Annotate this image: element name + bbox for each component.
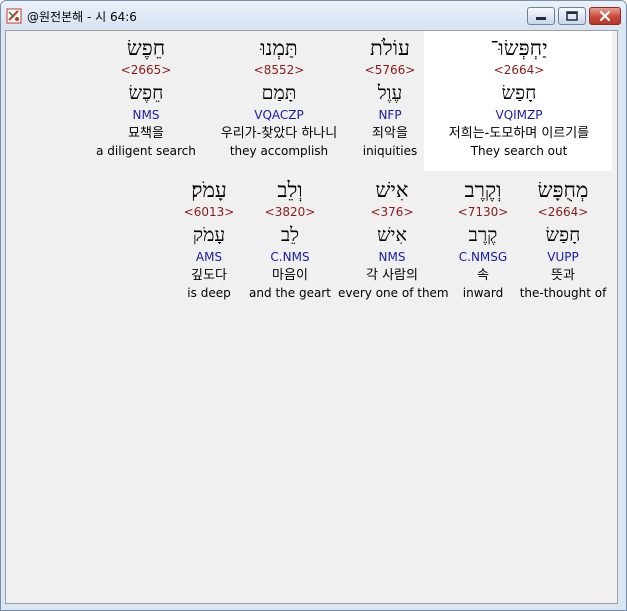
- hebrew-word: תַּמְנוּ: [260, 36, 298, 60]
- lemma-word: עֶוֶל: [377, 82, 403, 104]
- strong-number[interactable]: <2664>: [426, 62, 612, 79]
- strong-number[interactable]: <3820>: [244, 204, 336, 221]
- strong-number[interactable]: <6013>: [176, 204, 242, 221]
- strong-number[interactable]: <8552>: [204, 62, 354, 79]
- lemma-word: תָּמַם: [261, 82, 297, 104]
- lemma-word: חָפַשׂ: [501, 82, 537, 104]
- morph-code: C.NMS: [270, 250, 310, 264]
- morph-code: VUPP: [547, 250, 579, 264]
- korean-gloss: 속: [477, 268, 489, 283]
- interlinear-pane[interactable]: חֵפֶשׂ <2665> חֵפֶשׂ NMS 묘책을 a diligent …: [5, 30, 618, 604]
- minimize-button[interactable]: [527, 7, 555, 25]
- strong-number[interactable]: <7130>: [450, 204, 516, 221]
- english-gloss: the-thought of: [519, 286, 607, 300]
- hebrew-word: מְחֻפָּשׂ: [537, 178, 589, 202]
- lemma-word: חָפַשׂ: [545, 224, 581, 246]
- korean-gloss: 묘책을: [128, 126, 164, 141]
- strong-number[interactable]: <2664>: [518, 204, 608, 221]
- hebrew-word: עָמֹק׃: [191, 178, 227, 202]
- morph-code: C.NMSG: [458, 250, 508, 264]
- english-gloss: and the geart: [249, 286, 331, 300]
- minimize-icon: [536, 17, 546, 20]
- word-cell[interactable]: וְלֵב <3820> לֵב C.NMS 마음이 and the geart: [244, 176, 336, 301]
- word-cell[interactable]: תַּמְנוּ <8552> תָּמַם VQACZP 우리가-찾았다 하나…: [204, 34, 354, 159]
- strong-number[interactable]: <376>: [338, 204, 446, 221]
- close-icon: [599, 10, 611, 22]
- korean-gloss: 저희는-도모하며 이르기를: [448, 126, 590, 141]
- strong-number[interactable]: <5766>: [356, 62, 424, 79]
- word-cell[interactable]: עָמֹק׃ <6013> עָמֹק AMS 깊도다 is deep: [176, 176, 242, 301]
- korean-gloss: 우리가-찾았다 하나니: [220, 126, 338, 141]
- word-cell[interactable]: אִישׁ <376> אִישׁ NMS 각 사람의 every one of…: [338, 176, 449, 301]
- maximize-button[interactable]: [558, 7, 586, 25]
- hebrew-word: וְקֶרֶב: [464, 178, 502, 202]
- english-gloss: inward: [462, 286, 504, 300]
- app-icon: [6, 8, 22, 24]
- lemma-word: חֵפֶשׂ: [128, 82, 164, 104]
- lemma-word: אִישׁ: [377, 224, 407, 246]
- morph-code: NFP: [378, 108, 402, 122]
- morph-code: AMS: [195, 250, 223, 264]
- lemma-word: לֵב: [280, 224, 300, 246]
- morph-code: VQACZP: [254, 108, 304, 122]
- korean-gloss: 죄악을: [372, 126, 408, 141]
- english-gloss: every one of them: [338, 286, 449, 300]
- word-cell[interactable]: מְחֻפָּשׂ <2664> חָפַשׂ VUPP 뜻과 the-thou…: [518, 176, 608, 301]
- word-cell[interactable]: וְקֶרֶב <7130> קֶרֶב C.NMSG 속 inward: [450, 176, 516, 301]
- korean-gloss: 깊도다: [191, 268, 227, 283]
- word-cell[interactable]: חֵפֶשׂ <2665> חֵפֶשׂ NMS 묘책을 a diligent …: [96, 34, 196, 159]
- word-cell-selected[interactable]: יַחְפְּשׂוּ־ <2664> חָפַשׂ VQIMZP 저희는-도모…: [426, 34, 612, 159]
- korean-gloss: 각 사람의: [366, 268, 418, 283]
- hebrew-word: עוֹלֹת: [370, 36, 410, 60]
- app-window: @원전본해 - 시 64:6 חֵפֶשׂ <2665> חֵפֶשׂ NMS: [0, 0, 627, 611]
- close-button[interactable]: [589, 7, 621, 25]
- hebrew-word: וְלֵב: [277, 178, 303, 202]
- strong-number[interactable]: <2665>: [96, 62, 196, 79]
- morph-code: NMS: [378, 250, 406, 264]
- korean-gloss: 마음이: [272, 268, 308, 283]
- english-gloss: iniquities: [362, 144, 418, 158]
- lemma-word: עָמֹק: [192, 224, 226, 246]
- maximize-icon: [566, 11, 578, 21]
- hebrew-word: אִישׁ: [375, 178, 409, 202]
- lemma-word: קֶרֶב: [468, 224, 498, 246]
- title-bar[interactable]: @원전본해 - 시 64:6: [1, 1, 626, 30]
- hebrew-word: יַחְפְּשׂוּ־: [490, 36, 548, 60]
- window-title: @원전본해 - 시 64:6: [27, 10, 137, 24]
- english-gloss: is deep: [187, 286, 231, 300]
- hebrew-word: חֵפֶשׂ: [126, 36, 166, 60]
- english-gloss: a diligent search: [96, 144, 196, 158]
- english-gloss: They search out: [470, 144, 568, 158]
- word-cell[interactable]: עוֹלֹת <5766> עֶוֶל NFP 죄악을 iniquities: [356, 34, 424, 159]
- morph-code: NMS: [132, 108, 160, 122]
- morph-code: VQIMZP: [495, 108, 543, 122]
- korean-gloss: 뜻과: [551, 268, 575, 283]
- english-gloss: they accomplish: [229, 144, 329, 158]
